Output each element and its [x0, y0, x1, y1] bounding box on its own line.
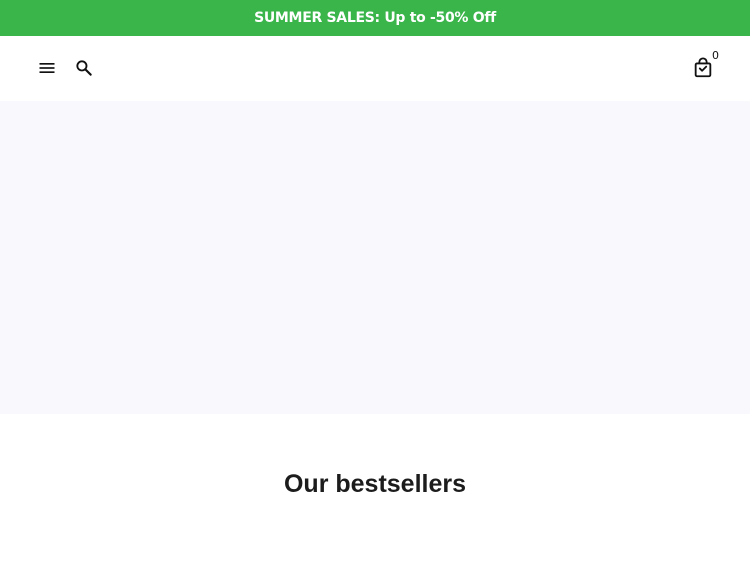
site-header: 0	[0, 36, 750, 101]
hamburger-menu-icon	[39, 63, 55, 73]
menu-button[interactable]	[35, 56, 59, 80]
search-button[interactable]	[72, 56, 96, 80]
search-icon	[76, 60, 92, 76]
announcement-bar: SUMMER SALES: Up to -50% Off	[0, 0, 750, 36]
shopping-bag-icon	[694, 57, 712, 78]
cart-count-badge: 0	[712, 49, 719, 62]
announcement-text: SUMMER SALES: Up to -50% Off	[254, 10, 496, 26]
hero-banner	[0, 101, 750, 414]
bestsellers-title: Our bestsellers	[283, 470, 467, 498]
